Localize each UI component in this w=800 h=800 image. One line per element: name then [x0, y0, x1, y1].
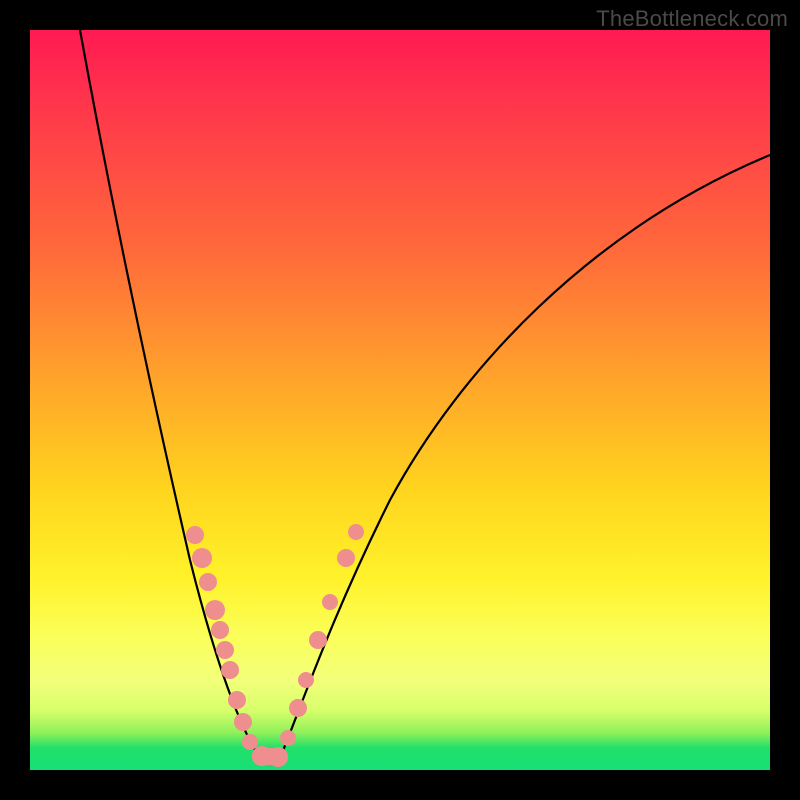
right-curve — [280, 155, 770, 758]
chart-svg — [30, 30, 770, 770]
outer-frame: TheBottleneck.com — [0, 0, 800, 800]
plot-area — [30, 30, 770, 770]
watermark-text: TheBottleneck.com — [596, 6, 788, 32]
